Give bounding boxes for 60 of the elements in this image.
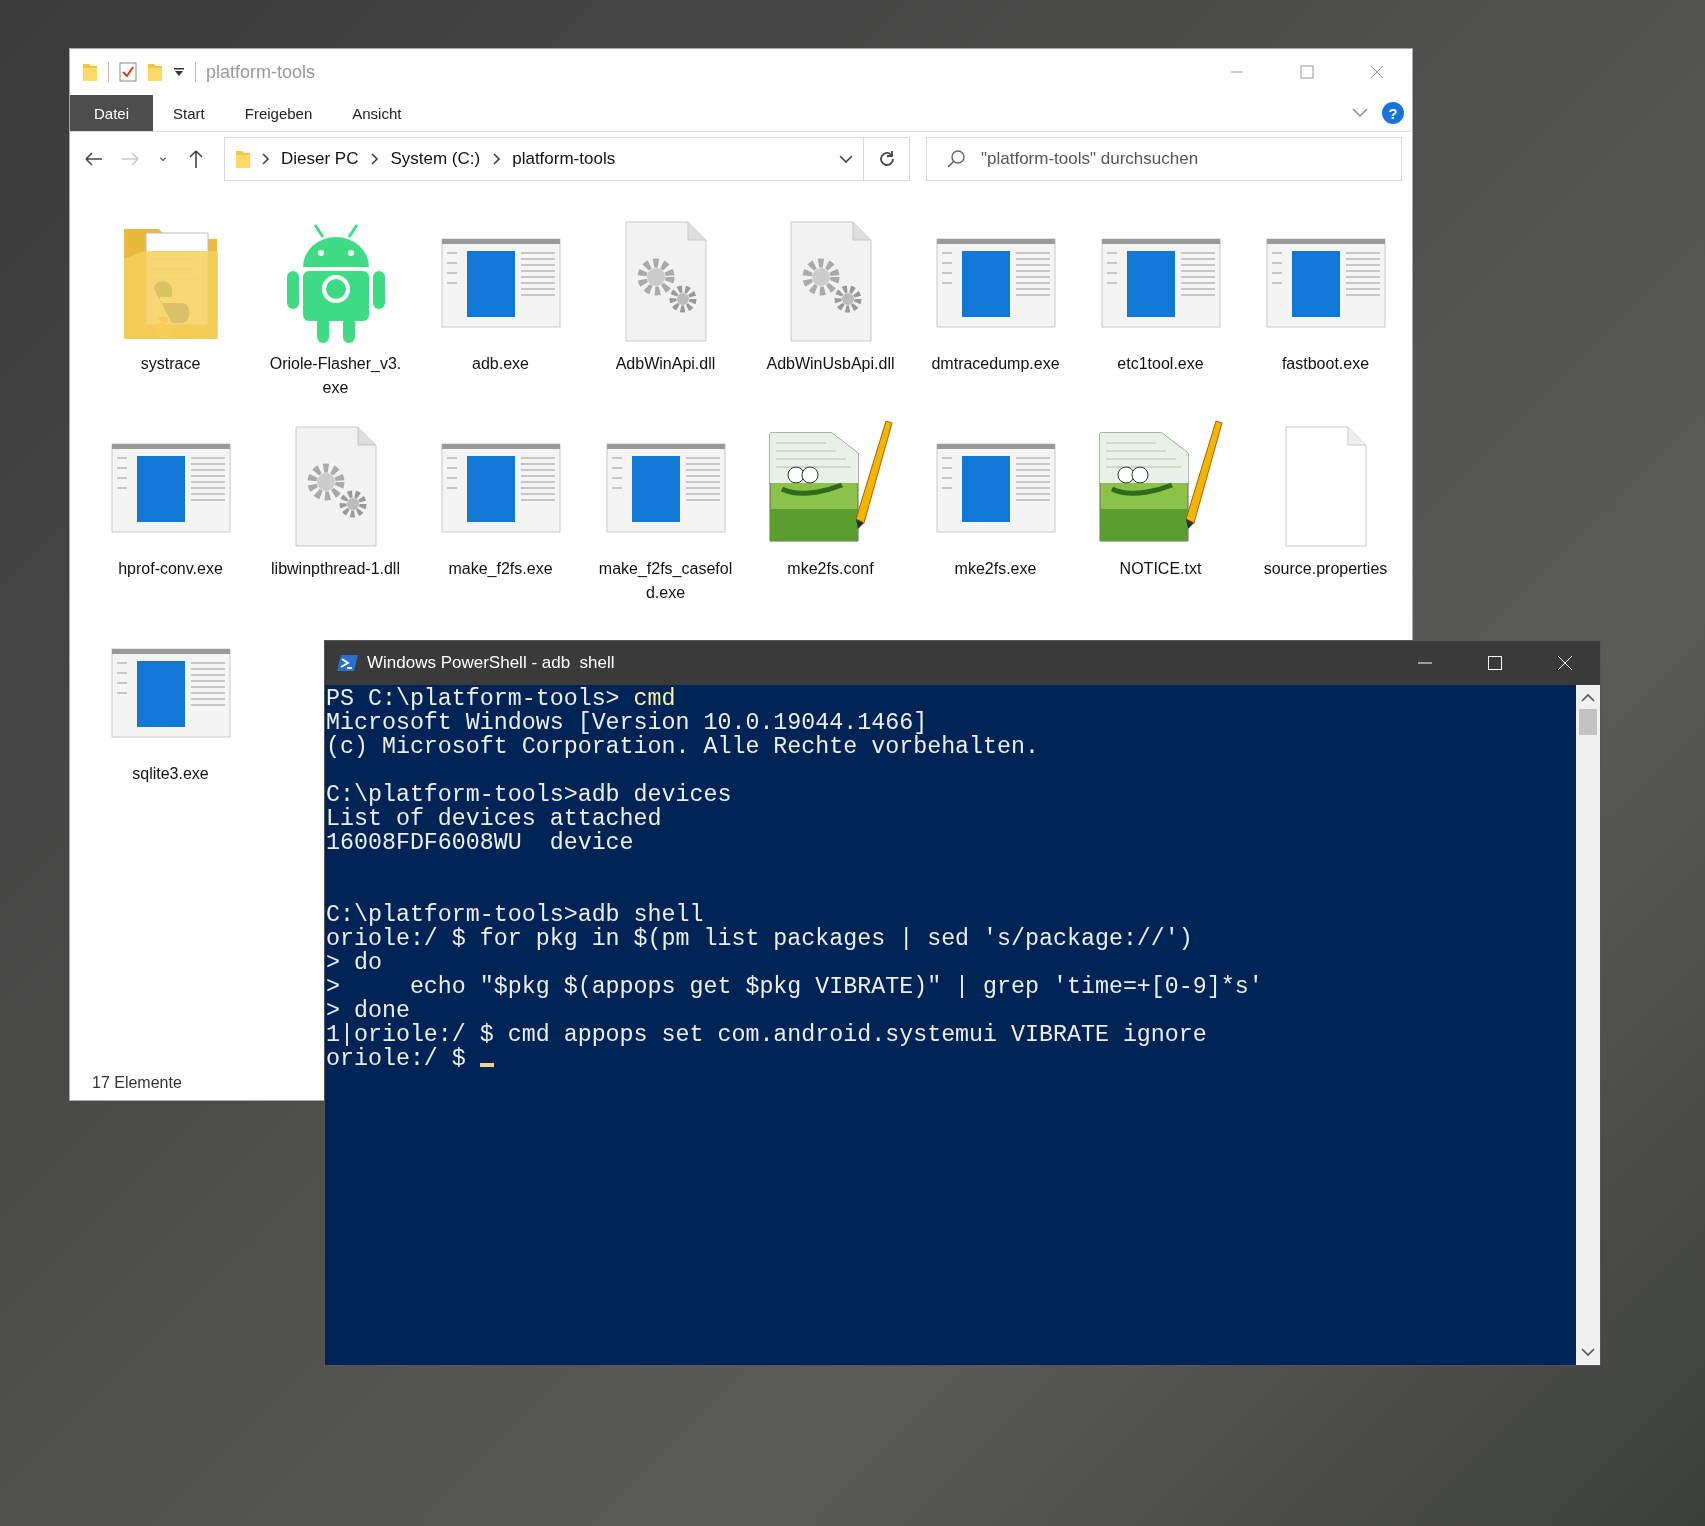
window-title: platform-tools [206,61,316,83]
help-button[interactable]: ? [1382,102,1404,124]
file-name[interactable]: etc1tool.exe [1090,352,1231,376]
file-name[interactable]: sqlite3.exe [100,762,241,786]
terminal-line: List of devices attached [326,807,663,831]
prompt-text: oriole:/ $ [326,1046,467,1072]
file-name[interactable]: NOTICE.txt [1090,557,1231,581]
terminal-line: oriole:/ $ for pkg in $(pm list packages | sed 's/package://') [326,927,1194,951]
terminal-line: C:\platform-tools>adb shell [326,903,705,927]
file-name[interactable]: hprof-conv.exe [100,557,241,581]
ribbon-tab[interactable]: Freigeben [224,95,333,131]
folder-icon [235,149,251,169]
scrollbar[interactable] [1576,685,1600,1365]
search-icon [946,149,966,169]
terminal-line: Microsoft Windows [Version 10.0.19044.1466] [326,711,928,735]
chevron-right-icon[interactable] [261,153,269,165]
ribbon-tab[interactable]: Start [153,95,225,131]
address-bar[interactable]: Dieser PC System (C:) platform-tools [224,137,864,181]
breadcrumb-link[interactable]: System (C:) [390,149,481,169]
item-count: 17 Elemente [92,1074,182,1092]
command-text: cmd [633,686,676,712]
prompt-text: PS C:\platform-tools> [326,686,620,712]
scroll-down-icon[interactable] [1581,1347,1595,1357]
chevron-right-icon[interactable] [492,153,501,165]
terminal-line: 16008FDF6008WU device [326,831,635,855]
breadcrumb-link[interactable]: platform-tools [512,149,616,169]
file-name[interactable]: libwinpthread-1.dll [265,557,406,581]
expand-ribbon-icon[interactable] [1352,108,1368,118]
file-name[interactable]: adb.exe [430,352,571,376]
window-title: Windows PowerShell - adb shell [367,653,615,673]
file-name[interactable]: Oriole-Flasher_v3.exe [265,352,406,400]
terminal-line: > done [326,999,410,1023]
dropdown-chevron-icon[interactable] [839,154,853,164]
file-name[interactable]: source.properties [1255,557,1396,581]
text-cursor [479,1063,494,1067]
scroll-up-icon[interactable] [1581,693,1595,703]
search-field[interactable]: "platform-tools" durchsuchen [926,137,1402,181]
file-name[interactable]: mke2fs.conf [760,557,901,581]
scrollbar-thumb[interactable] [1579,709,1597,735]
refresh-button[interactable] [864,137,910,181]
file-name[interactable]: systrace [100,352,241,376]
checklist-icon[interactable] [119,62,137,82]
ribbon-tab[interactable]: Datei [70,95,154,131]
file-name[interactable]: AdbWinApi.dll [595,352,736,376]
terminal-line: 1|oriole:/ $ cmd appops set com.android.systemui VIBRATE ignore [326,1023,1208,1047]
terminal-line: > do [326,951,383,975]
terminal-line: > echo "$pkg $(appops get $pkg VIBRATE)" | grep 'time=+[0-9]*s' [326,975,1264,999]
file-name[interactable]: AdbWinUsbApi.dll [760,352,901,376]
powershell-icon [337,654,359,672]
terminal-line: C:\platform-tools>adb devices [326,783,733,807]
ribbon-tab[interactable]: Ansicht [332,95,422,131]
file-name[interactable]: make_f2fs.exe [430,557,571,581]
breadcrumb-link[interactable]: Dieser PC [281,149,359,169]
chevron-right-icon[interactable] [370,153,379,165]
file-name[interactable]: dmtracedump.exe [925,352,1066,376]
file-name[interactable]: mke2fs.exe [925,557,1066,581]
file-name[interactable]: fastboot.exe [1255,352,1396,376]
dropdown-arrow-icon[interactable] [173,67,185,77]
file-name[interactable]: make_f2fs_casefold.exe [595,557,736,605]
terminal-line: (c) Microsoft Corporation. Alle Rechte vorbehalten. [326,735,1040,759]
